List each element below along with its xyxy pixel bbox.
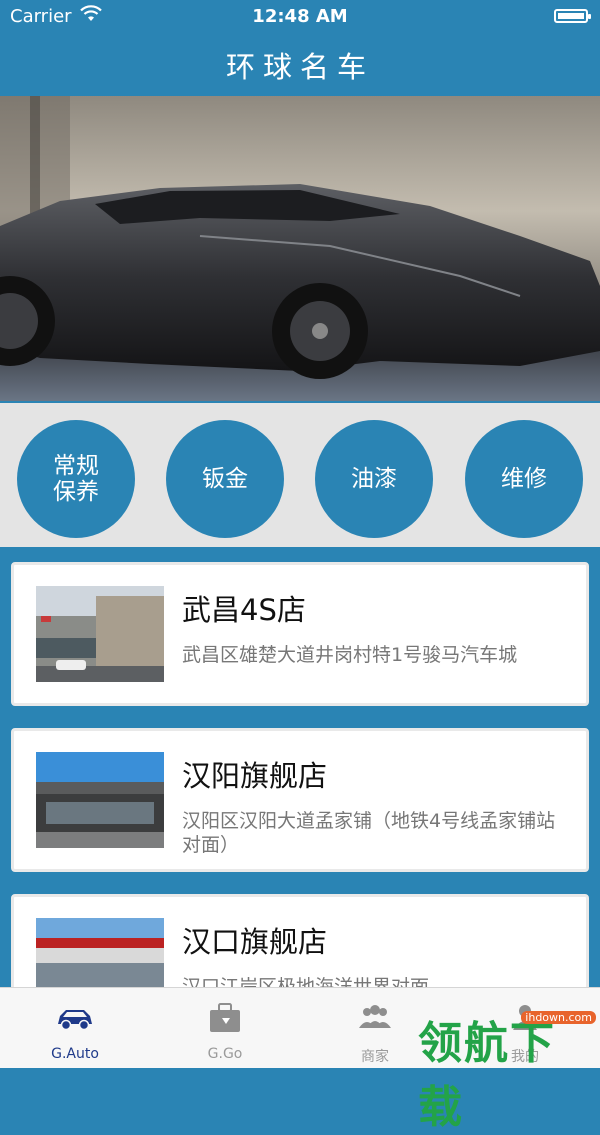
tab-label: G.Auto	[51, 1046, 99, 1062]
hero-banner[interactable]	[0, 96, 600, 401]
service-categories: 常规保养 钣金 油漆 维修	[0, 401, 600, 549]
clock: 12:48 AM	[252, 6, 348, 27]
category-sheet-metal-button[interactable]: 钣金	[166, 420, 284, 538]
category-paint-button[interactable]: 油漆	[315, 420, 433, 538]
car-icon	[58, 1010, 92, 1031]
store-photo	[36, 752, 164, 848]
watermark-logo: 领航下载 ihdown.com	[418, 1005, 598, 1133]
store-photo	[36, 586, 164, 682]
people-icon	[359, 1005, 391, 1028]
category-label: 常规保养	[53, 453, 99, 505]
sports-car-image	[0, 96, 600, 401]
tab-g-auto[interactable]: G.Auto	[0, 988, 150, 1068]
page-title: 环球名车	[225, 50, 374, 84]
store-card[interactable]: 武昌4S店 武昌区雄楚大道井岗村特1号骏马汽车城	[11, 562, 589, 706]
store-address: 武昌区雄楚大道井岗村特1号骏马汽车城	[182, 644, 518, 666]
nav-bar: 环球名车	[0, 34, 600, 96]
watermark-url: ihdown.com	[521, 1011, 596, 1024]
store-name: 汉阳旗舰店	[182, 759, 328, 793]
category-label: 钣金	[202, 466, 248, 492]
store-address: 汉阳区汉阳大道孟家铺（地铁4号线孟家铺站对面）	[182, 810, 556, 856]
tab-g-go[interactable]: G.Go	[150, 988, 300, 1068]
store-card[interactable]: 汉阳旗舰店 汉阳区汉阳大道孟家铺（地铁4号线孟家铺站对面）	[11, 728, 589, 872]
battery-icon	[554, 9, 591, 23]
category-maintenance-button[interactable]: 常规保养	[17, 420, 135, 538]
status-bar: Carrier 12:48 AM	[0, 0, 600, 34]
category-label: 油漆	[351, 466, 397, 492]
category-label: 维修	[501, 466, 547, 492]
store-name: 武昌4S店	[182, 593, 306, 627]
category-repair-button[interactable]: 维修	[465, 420, 583, 538]
briefcase-icon	[210, 1003, 240, 1032]
store-name: 汉口旗舰店	[182, 925, 328, 959]
tab-label: G.Go	[207, 1046, 243, 1062]
watermark-text: 领航下载	[418, 1018, 556, 1133]
